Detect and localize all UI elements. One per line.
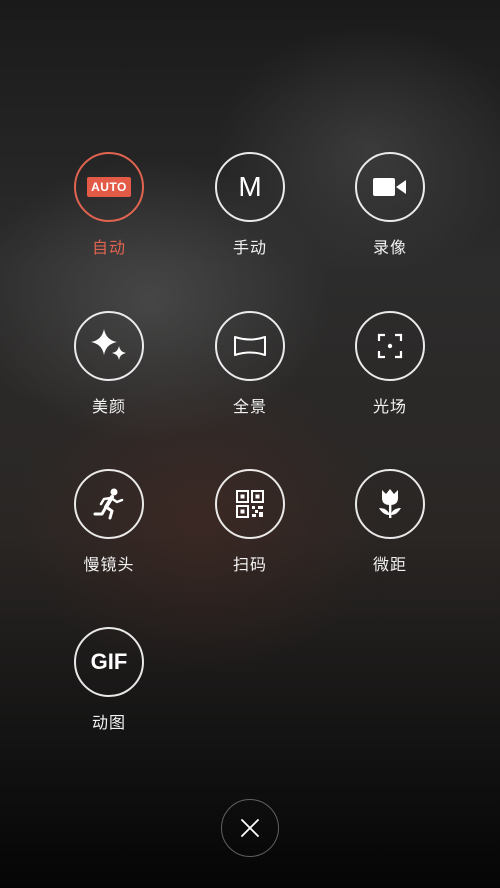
mode-slow-motion-ring [74, 469, 144, 539]
mode-panorama-button[interactable]: 全景 [195, 311, 305, 417]
mode-gif-ring: GIF [74, 627, 144, 697]
close-icon [241, 819, 259, 837]
focus-frame-icon [377, 333, 403, 359]
close-button[interactable] [221, 799, 279, 857]
mode-auto-ring: AUTO [74, 152, 144, 222]
mode-manual-button[interactable]: M 手动 [195, 152, 305, 258]
mode-panorama-label: 全景 [232, 397, 267, 416]
mode-macro-label: 微距 [372, 555, 407, 574]
mode-beauty-label: 美颜 [91, 397, 126, 416]
mode-panorama-ring [215, 311, 285, 381]
mode-light-field-label: 光场 [372, 397, 407, 416]
video-camera-icon [373, 178, 406, 196]
mode-macro-button[interactable]: 微距 [335, 469, 445, 575]
mode-slow-motion-label: 慢镜头 [83, 555, 135, 574]
manual-m-icon: M [238, 171, 262, 202]
running-person-icon [93, 488, 124, 520]
qr-code-icon [236, 490, 264, 518]
mode-gif-button[interactable]: GIF 动图 [54, 627, 164, 733]
mode-auto-button[interactable]: AUTO 自动 [54, 152, 164, 258]
mode-beauty-ring [74, 311, 144, 381]
mode-scan-ring [215, 469, 285, 539]
auto-icon: AUTO [87, 177, 131, 197]
gif-icon: GIF [90, 649, 128, 674]
mode-video-ring [355, 152, 425, 222]
panorama-icon [234, 336, 266, 356]
mode-macro-ring [355, 469, 425, 539]
mode-gif-label: 动图 [91, 713, 126, 732]
mode-video-label: 录像 [372, 238, 407, 257]
mode-scan-label: 扫码 [232, 555, 267, 574]
sparkle-icon [91, 329, 126, 360]
mode-slow-motion-button[interactable]: 慢镜头 [54, 469, 164, 575]
mode-light-field-button[interactable]: 光场 [335, 311, 445, 417]
mode-video-button[interactable]: 录像 [335, 152, 445, 258]
mode-auto-label: 自动 [91, 238, 126, 257]
tulip-icon [379, 489, 401, 518]
mode-manual-label: 手动 [232, 238, 267, 257]
mode-manual-ring: M [215, 152, 285, 222]
mode-light-field-ring [355, 311, 425, 381]
mode-scan-button[interactable]: 扫码 [195, 469, 305, 575]
mode-beauty-button[interactable]: 美颜 [54, 311, 164, 417]
